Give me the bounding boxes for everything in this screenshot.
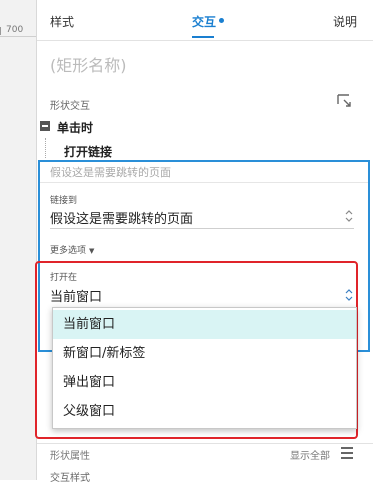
show-all-link[interactable]: 显示全部 xyxy=(290,447,330,462)
open-in-label: 打开在 xyxy=(50,273,78,283)
more-options-label: 更多选项 xyxy=(50,246,87,256)
inspector-panel: 样式 交互 说明 (矩形名称) 形状交互 单击时 打开链接 假设这是需要跳转的页… xyxy=(35,0,373,484)
add-interaction-icon[interactable] xyxy=(337,94,353,108)
active-tab-indicator xyxy=(192,36,214,38)
shape-name-field[interactable]: (矩形名称) xyxy=(50,52,127,76)
link-to-label: 链接到 xyxy=(50,196,78,206)
dropdown-option-current-window[interactable]: 当前窗口 xyxy=(53,310,356,339)
caret-down-icon: ▼ xyxy=(89,247,95,255)
ruler-tick xyxy=(0,27,1,35)
chevron-updown-icon[interactable] xyxy=(344,207,354,225)
select-underline xyxy=(50,228,354,229)
collapse-icon[interactable] xyxy=(40,121,50,131)
tab-interaction[interactable]: 交互 xyxy=(192,13,225,30)
divider xyxy=(40,182,368,183)
dropdown-option-parent-window[interactable]: 父级窗口 xyxy=(53,397,356,426)
dropdown-option-popup[interactable]: 弹出窗口 xyxy=(53,368,356,397)
more-options-toggle[interactable]: 更多选项 ▼ xyxy=(50,243,94,256)
tree-connector xyxy=(45,138,46,158)
ruler-divider xyxy=(0,36,36,37)
open-in-select[interactable]: 当前窗口 xyxy=(50,286,102,305)
event-label: 单击时 xyxy=(57,121,94,135)
active-dot-icon xyxy=(219,18,225,23)
open-in-dropdown: 当前窗口 新窗口/新标签 弹出窗口 父级窗口 xyxy=(52,307,357,429)
ruler-number: 700 xyxy=(6,25,24,35)
interaction-style-label: 交互样式 xyxy=(50,473,90,484)
shape-properties-label: 形状属性 xyxy=(50,451,90,462)
vertical-ruler: 700 xyxy=(0,0,37,480)
link-to-select[interactable]: 假设这是需要跳转的页面 xyxy=(50,208,193,227)
chevron-updown-icon[interactable] xyxy=(344,286,354,304)
menu-icon[interactable] xyxy=(341,447,353,459)
divider xyxy=(37,443,373,444)
dropdown-option-new-window[interactable]: 新窗口/新标签 xyxy=(53,339,356,368)
inspector-tabs: 样式 交互 说明 xyxy=(37,0,373,41)
shape-interaction-label: 形状交互 xyxy=(50,101,90,112)
action-label[interactable]: 打开链接 xyxy=(64,143,112,160)
action-hint: 假设这是需要跳转的页面 xyxy=(50,166,171,179)
tab-style[interactable]: 样式 xyxy=(50,13,74,30)
tab-notes[interactable]: 说明 xyxy=(333,13,357,30)
tab-interaction-label: 交互 xyxy=(192,15,217,29)
